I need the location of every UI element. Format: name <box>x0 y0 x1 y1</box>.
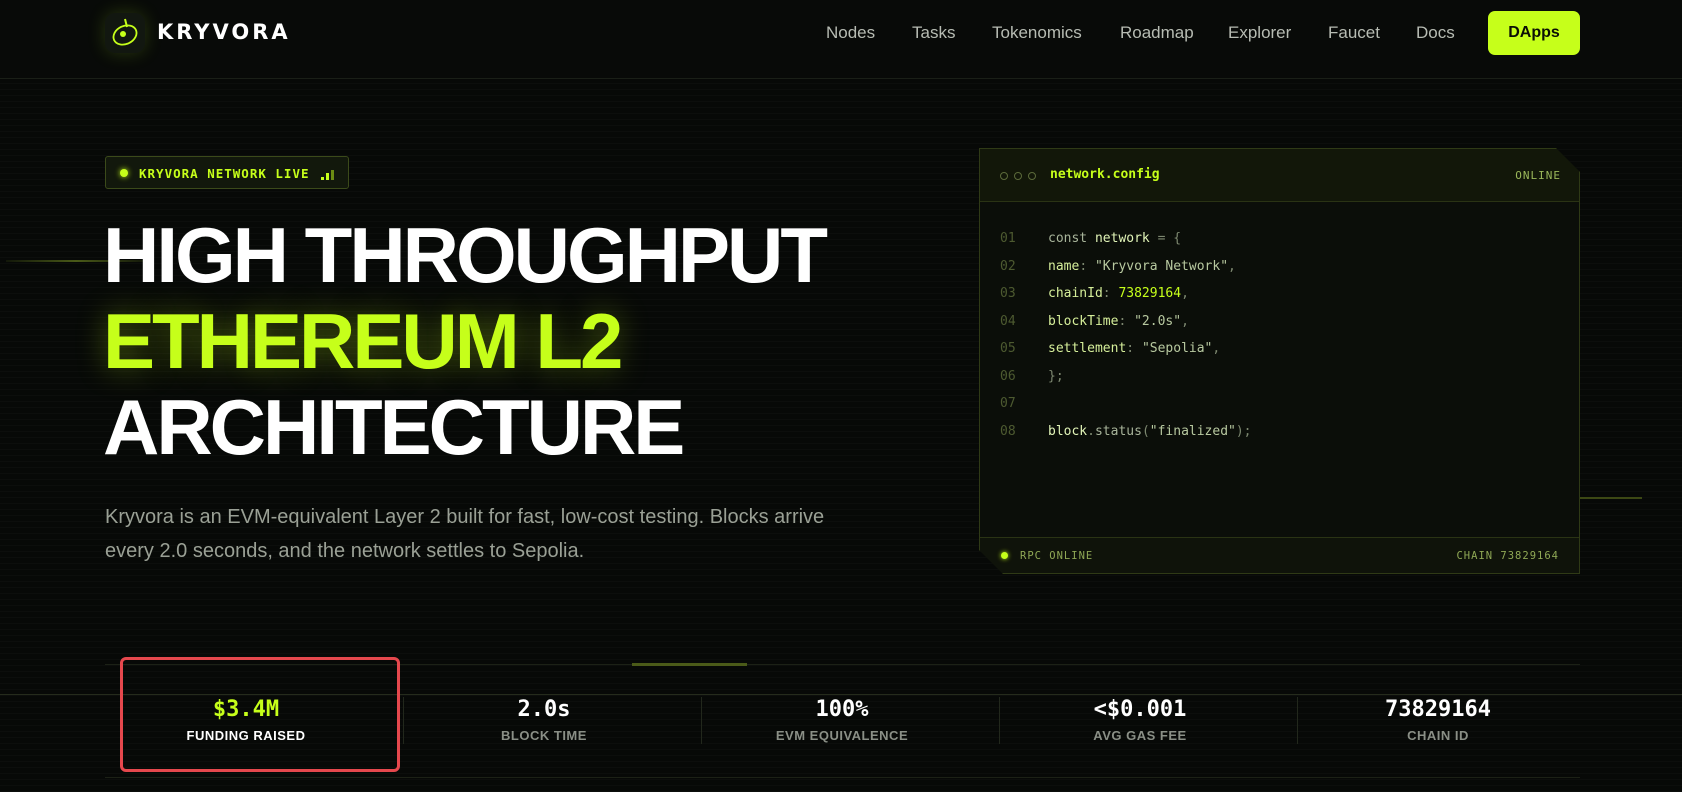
panel-header: network.config ONLINE <box>980 149 1579 202</box>
main-nav: Nodes Tasks Tokenomics Roadmap Explorer … <box>0 23 1682 45</box>
code-line: 05 settlement: "Sepolia", <box>1000 341 1221 356</box>
live-badge-label: KRYVORA NETWORK LIVE <box>139 166 310 181</box>
panel-footer: RPC ONLINE CHAIN 73829164 <box>980 537 1579 573</box>
stat-evm-equivalence: 100% EVM EQUIVALENCE <box>693 697 991 773</box>
stat-label: BLOCK TIME <box>501 728 587 743</box>
nav-item-tasks[interactable]: Tasks <box>912 23 955 43</box>
headline-line-1: HIGH THROUGHPUT <box>103 211 828 299</box>
stat-value: 2.0s <box>517 697 571 722</box>
nav-item-docs[interactable]: Docs <box>1416 23 1455 43</box>
nav-item-tokenomics[interactable]: Tokenomics <box>992 23 1082 43</box>
network-config-panel: network.config ONLINE 01 const network = … <box>979 148 1580 574</box>
stat-value: <$0.001 <box>1093 697 1187 722</box>
rpc-status-dot <box>1001 552 1008 559</box>
stat-chain-id: 73829164 CHAIN ID <box>1289 697 1587 773</box>
network-live-badge: KRYVORA NETWORK LIVE <box>105 156 349 189</box>
stat-value: $3.4M <box>212 697 280 722</box>
stat-block-time: 2.0s BLOCK TIME <box>395 697 693 773</box>
code-line: 07 <box>1000 396 1016 411</box>
chain-label: CHAIN 73829164 <box>1456 550 1559 562</box>
rpc-status-label: RPC ONLINE <box>1020 550 1094 562</box>
stat-label: CHAIN ID <box>1407 728 1469 743</box>
hero-description: Kryvora is an EVM-equivalent Layer 2 bui… <box>105 506 825 562</box>
nav-item-explorer[interactable]: Explorer <box>1228 23 1291 43</box>
headline-line-2: ETHEREUM L2 <box>103 297 623 385</box>
code-line: 08 block.status("finalized"); <box>1000 423 1252 439</box>
stat-value: 100% <box>815 697 869 722</box>
code-block: 01 const network = { 02 name: "Kryvora Net… <box>1000 231 1252 451</box>
panel-status: ONLINE <box>1515 169 1561 182</box>
nav-item-nodes[interactable]: Nodes <box>826 23 875 43</box>
divider <box>105 777 1580 778</box>
code-line: 06}; <box>1000 368 1064 384</box>
stat-label: FUNDING RAISED <box>186 728 306 743</box>
site-header: KRYVORA Nodes Tasks Tokenomics Roadmap E… <box>0 0 1682 79</box>
window-dot-icon <box>1028 172 1036 180</box>
stat-value: 73829164 <box>1385 697 1491 722</box>
stat-funding-raised: $3.4M FUNDING RAISED <box>97 697 395 773</box>
dapps-button[interactable]: DApps <box>1488 11 1580 55</box>
stat-label: EVM EQUIVALENCE <box>775 728 909 743</box>
divider-accent <box>632 663 747 666</box>
divider <box>105 664 1580 665</box>
live-status-dot <box>120 169 128 177</box>
nav-item-roadmap[interactable]: Roadmap <box>1120 23 1194 43</box>
divider <box>0 694 1682 695</box>
window-dot-icon <box>1014 172 1022 180</box>
signal-icon <box>321 168 337 180</box>
headline-line-3: ARCHITECTURE <box>103 383 685 471</box>
code-line: 04 blockTime: "2.0s", <box>1000 313 1189 329</box>
window-dot-icon <box>1000 172 1008 180</box>
stat-label: AVG GAS FEE <box>1093 728 1187 743</box>
decorative-line <box>1580 497 1642 499</box>
nav-item-faucet[interactable]: Faucet <box>1328 23 1380 43</box>
stat-avg-gas-fee: <$0.001 AVG GAS FEE <box>991 697 1289 773</box>
hero-headline: HIGH THROUGHPUT ETHEREUM L2 ARCHITECTURE <box>103 211 828 471</box>
code-line: 02 name: "Kryvora Network", <box>1000 258 1236 274</box>
code-line: 01 const network = { <box>1000 231 1182 246</box>
code-line: 03 chainId: 73829164, <box>1000 286 1189 301</box>
panel-title: network.config <box>1050 167 1160 182</box>
